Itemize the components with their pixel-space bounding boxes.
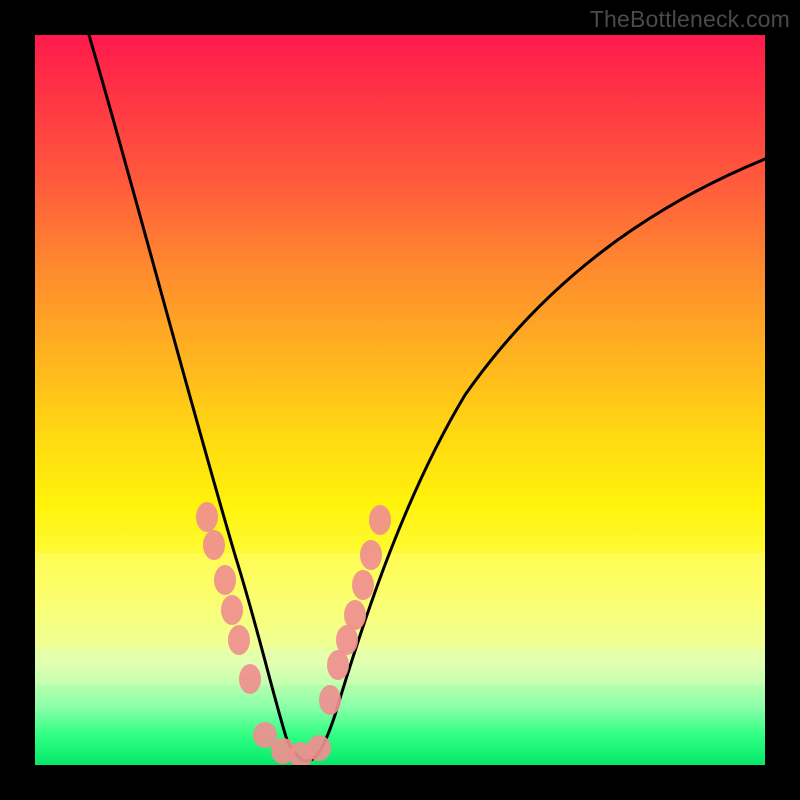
chart-frame: TheBottleneck.com (0, 0, 800, 800)
marker-cluster-bottom (253, 722, 331, 765)
plot-area (35, 35, 765, 765)
curve-layer (35, 35, 765, 765)
bottleneck-curve (86, 35, 765, 761)
marker-cluster-right (319, 505, 391, 715)
watermark-text: TheBottleneck.com (590, 6, 790, 33)
